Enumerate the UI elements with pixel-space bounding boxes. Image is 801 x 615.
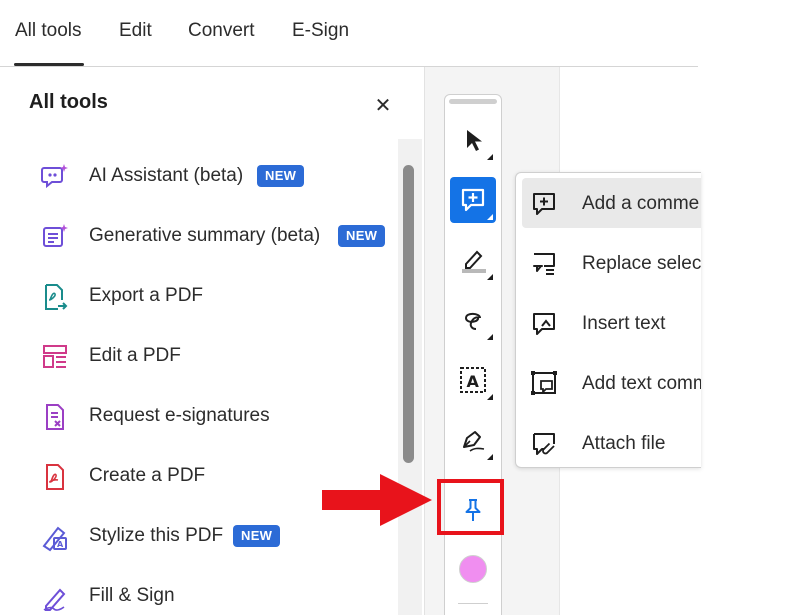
fill-sign-icon xyxy=(40,582,70,612)
replace-text-icon xyxy=(533,253,555,275)
edit-pdf-icon xyxy=(40,342,70,372)
tab-convert[interactable]: Convert xyxy=(188,20,255,42)
top-tab-bar: All tools Edit Convert E-Sign xyxy=(0,0,698,67)
insert-text-icon xyxy=(533,313,555,335)
color-picker-swatch[interactable] xyxy=(459,555,487,583)
text-box-icon: A xyxy=(460,367,486,393)
tab-e-sign[interactable]: E-Sign xyxy=(292,20,349,42)
tool-fill-sign[interactable]: Fill & Sign xyxy=(40,576,395,615)
tool-edit-pdf[interactable]: Edit a PDF xyxy=(40,336,395,376)
cursor-arrow-icon xyxy=(467,130,482,151)
add-comment-icon xyxy=(461,188,485,212)
highlight-tool-button[interactable] xyxy=(450,237,496,283)
menu-item-label: Add text comm xyxy=(582,373,701,394)
new-badge: NEW xyxy=(257,165,305,187)
tool-generative-summary[interactable]: Generative summary (beta) NEW xyxy=(40,216,395,256)
add-comment-icon xyxy=(533,193,555,215)
panel-scrollbar[interactable] xyxy=(398,139,422,615)
freehand-draw-icon xyxy=(464,312,481,330)
tab-all-tools[interactable]: All tools xyxy=(15,20,82,42)
tool-label: Stylize this PDF xyxy=(89,525,224,546)
tool-options-indicator xyxy=(487,334,493,340)
tool-options-indicator xyxy=(487,454,493,460)
all-tools-panel: All tools ✕ AI Assistant (beta) NEW Gene… xyxy=(0,67,424,615)
tool-label: Create a PDF xyxy=(89,465,206,486)
comment-options-menu: Add a comme Replace select Insert text A… xyxy=(515,172,701,468)
tool-label: Export a PDF xyxy=(89,285,204,306)
toolbar-divider xyxy=(458,603,488,604)
comment-tool-button[interactable] xyxy=(450,177,496,223)
text-comment-icon xyxy=(531,371,557,395)
request-esignatures-icon xyxy=(40,402,70,432)
tool-options-indicator xyxy=(487,214,493,220)
generative-summary-icon xyxy=(40,222,70,252)
close-icon[interactable]: ✕ xyxy=(372,95,394,117)
tool-label: Edit a PDF xyxy=(89,345,181,366)
menu-item-replace-selected-text[interactable]: Replace select xyxy=(522,238,701,288)
export-pdf-icon xyxy=(40,282,70,312)
sign-tool-button[interactable] xyxy=(450,417,496,463)
menu-item-label: Attach file xyxy=(582,433,666,454)
red-highlight-annotation xyxy=(437,479,504,535)
menu-item-attach-file[interactable]: Attach file xyxy=(522,418,701,467)
text-tool-button[interactable]: A xyxy=(450,357,496,403)
svg-text:A: A xyxy=(57,540,64,549)
new-badge: NEW xyxy=(338,225,386,247)
tool-label: Fill & Sign xyxy=(89,585,175,606)
new-badge: NEW xyxy=(233,525,281,547)
tool-label: AI Assistant (beta) xyxy=(89,165,244,186)
svg-text:A: A xyxy=(467,372,480,391)
tab-edit[interactable]: Edit xyxy=(119,20,152,42)
menu-item-insert-text[interactable]: Insert text xyxy=(522,298,701,348)
highlighter-icon xyxy=(462,250,486,273)
attach-file-icon xyxy=(533,433,555,455)
create-pdf-icon xyxy=(40,462,70,492)
tool-export-pdf[interactable]: Export a PDF xyxy=(40,276,395,316)
tool-label: Generative summary (beta) xyxy=(89,225,321,246)
stylize-pdf-icon: A xyxy=(40,522,70,552)
tool-options-indicator xyxy=(487,394,493,400)
tool-options-indicator xyxy=(487,274,493,280)
tool-label: Request e-signatures xyxy=(89,405,270,426)
comment-toolbar xyxy=(444,94,502,615)
ai-assistant-icon xyxy=(40,162,70,192)
tool-request-esignatures[interactable]: Request e-signatures xyxy=(40,396,395,436)
menu-item-add-text-comment[interactable]: Add text comm xyxy=(522,358,701,408)
active-tab-indicator xyxy=(14,63,84,66)
pen-sign-icon xyxy=(463,431,485,452)
menu-item-add-comment[interactable]: Add a comme xyxy=(522,178,701,228)
tool-ai-assistant[interactable]: AI Assistant (beta) NEW xyxy=(40,156,395,196)
panel-title: All tools xyxy=(29,91,108,113)
menu-item-label: Add a comme xyxy=(582,193,700,214)
toolbar-drag-handle[interactable] xyxy=(449,99,497,104)
menu-item-label: Replace select xyxy=(582,253,701,274)
tool-options-indicator xyxy=(487,154,493,160)
draw-tool-button[interactable] xyxy=(450,297,496,343)
menu-item-label: Insert text xyxy=(582,313,666,334)
scrollbar-thumb[interactable] xyxy=(403,165,414,463)
red-arrow-annotation xyxy=(322,474,432,526)
select-tool-button[interactable] xyxy=(450,117,496,163)
